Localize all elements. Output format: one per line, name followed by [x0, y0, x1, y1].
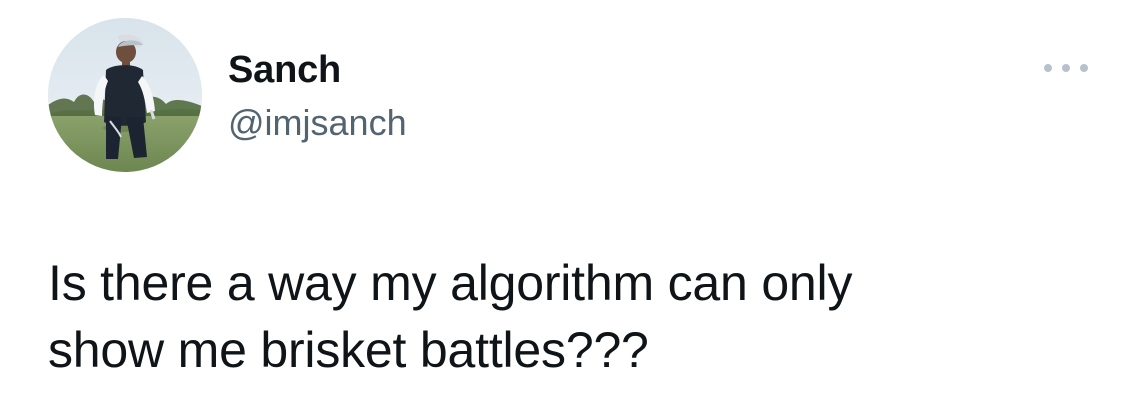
tweet-card: Sanch @imjsanch Is there a way my algori… [0, 0, 1125, 419]
tweet-header: Sanch @imjsanch [48, 18, 1088, 174]
author-info: Sanch @imjsanch [228, 48, 407, 144]
more-horizontal-icon-dot-1 [1044, 64, 1052, 72]
more-options-button[interactable] [1044, 56, 1088, 80]
tweet-text: Is there a way my algorithm can only sho… [48, 250, 1088, 384]
author-handle[interactable]: @imjsanch [228, 102, 407, 144]
more-horizontal-icon-dot-2 [1062, 64, 1070, 72]
avatar-photo-icon [48, 18, 202, 172]
author-avatar[interactable] [48, 18, 202, 172]
more-horizontal-icon-dot-3 [1080, 64, 1088, 72]
tweet-text-line-2: show me brisket battles??? [48, 322, 649, 378]
tweet-text-line-1: Is there a way my algorithm can only [48, 255, 853, 311]
author-display-name[interactable]: Sanch [228, 48, 407, 92]
